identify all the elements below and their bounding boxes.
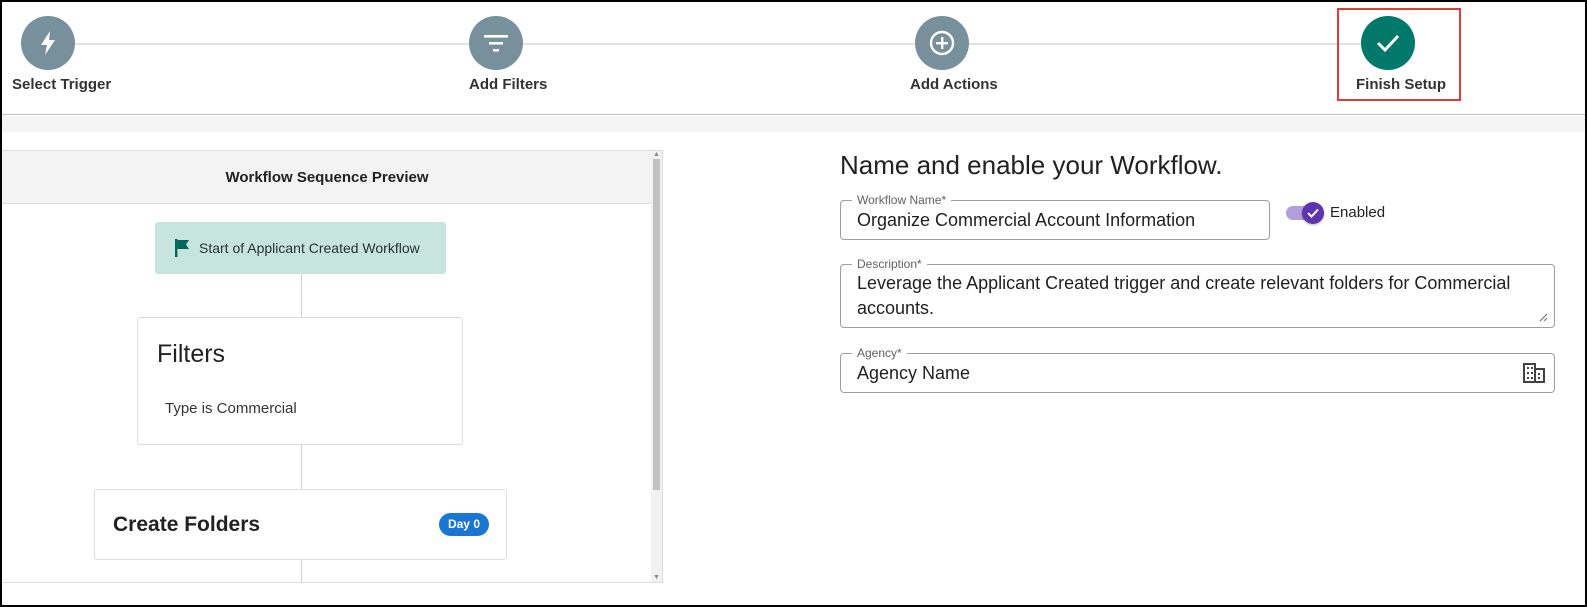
step-add-actions[interactable]: Add Actions [894, 2, 1094, 112]
resize-handle-icon[interactable] [1538, 312, 1548, 322]
agency-value[interactable]: Agency Name [857, 361, 970, 386]
workflow-name-label: Workflow Name* [852, 192, 952, 208]
enabled-label: Enabled [1330, 204, 1386, 221]
preview-scrollbar[interactable]: ▲ ▼ [651, 151, 662, 582]
step-add-filters[interactable]: Add Filters [448, 2, 648, 112]
workflow-name-value[interactable]: Organize Commercial Account Information [857, 208, 1195, 233]
agency-label: Agency* [852, 345, 907, 361]
stepper-connector [50, 43, 1400, 45]
workflow-name-field[interactable]: Workflow Name* Organize Commercial Accou… [840, 192, 1270, 240]
current-step-highlight [1337, 8, 1461, 101]
action-title: Create Folders [113, 513, 261, 536]
description-field[interactable]: Description* Leverage the Applicant Crea… [840, 256, 1555, 328]
description-label: Description* [852, 256, 927, 272]
scroll-up-icon[interactable]: ▲ [653, 151, 660, 158]
toolbar-band [2, 116, 1585, 132]
step-label: Add Filters [469, 76, 548, 93]
filters-card[interactable]: Filters Type is Commercial [137, 317, 463, 445]
enabled-toggle[interactable] [1286, 202, 1324, 224]
scroll-down-icon[interactable]: ▼ [653, 574, 660, 581]
filters-title: Filters [157, 340, 226, 368]
bolt-icon [21, 16, 75, 70]
flag-icon [175, 239, 189, 257]
day-badge: Day 0 [438, 513, 489, 536]
connector-line [301, 560, 302, 582]
filter-rule: Type is Commercial [165, 400, 297, 417]
connector-line [301, 445, 302, 489]
scrollbar-thumb[interactable] [653, 159, 660, 490]
preview-header: Workflow Sequence Preview [2, 151, 652, 204]
check-icon [1302, 202, 1324, 224]
plus-circle-icon [915, 16, 969, 70]
step-select-trigger[interactable]: Select Trigger [0, 2, 200, 112]
workflow-preview-panel[interactable]: Workflow Sequence Preview Start of Appli… [2, 150, 663, 583]
step-label: Select Trigger [12, 76, 112, 93]
filter-icon [469, 16, 523, 70]
step-label: Add Actions [910, 76, 998, 93]
agency-field[interactable]: Agency* Agency Name [840, 345, 1555, 393]
description-value[interactable]: Leverage the Applicant Created trigger a… [857, 271, 1547, 321]
building-icon[interactable] [1523, 363, 1545, 383]
create-folders-card[interactable]: Create Folders Day 0 [94, 489, 507, 560]
start-node[interactable]: Start of Applicant Created Workflow [155, 222, 446, 274]
form-heading: Name and enable your Workflow. [840, 150, 1223, 180]
connector-line [301, 274, 302, 317]
start-node-label: Start of Applicant Created Workflow [199, 240, 420, 256]
